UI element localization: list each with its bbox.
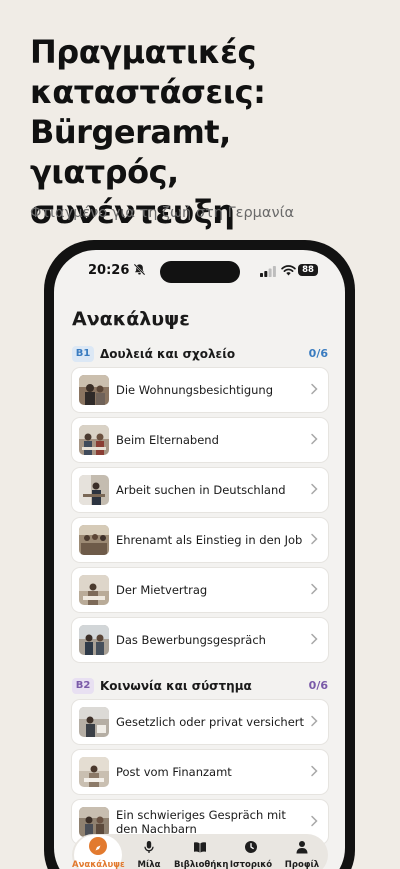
scenario-thumbnail: [79, 575, 109, 605]
battery-indicator: 88: [298, 264, 318, 276]
section-header-b1: B1 Δουλειά και σχολείο 0/6: [72, 346, 328, 364]
scenario-card[interactable]: Der Mietvertrag: [72, 568, 328, 612]
scenario-title: Beim Elternabend: [116, 433, 219, 447]
section-progress-count: 0/6: [308, 347, 328, 360]
app-screen: 20:26 88 Ανακάλυψε B1 Δουλειά και σχολεί…: [54, 250, 345, 869]
chevron-right-icon: [311, 533, 318, 545]
page-title: Ανακάλυψε: [72, 308, 190, 330]
wifi-icon: [281, 265, 296, 276]
scenario-title: Arbeit suchen in Deutschland: [116, 483, 286, 497]
scenario-thumbnail: [79, 625, 109, 655]
scenario-title: Gesetzlich oder privat versichert: [116, 715, 305, 729]
section-header-b2: B2 Κοινωνία και σύστημα 0/6: [72, 678, 328, 696]
section-progress-count: 0/6: [308, 679, 328, 692]
section-title: Δουλειά και σχολείο: [100, 347, 236, 361]
chevron-right-icon: [311, 433, 318, 445]
scenario-card[interactable]: Ehrenamt als Einstieg in den Job: [72, 518, 328, 562]
chevron-right-icon: [311, 715, 318, 727]
tab-label: Μίλα: [137, 860, 161, 869]
headline: Πραγματικές καταστάσεις: Bürgeramt, γιατ…: [30, 33, 266, 231]
tab-history[interactable]: Ιστορικό: [225, 834, 277, 869]
tab-library[interactable]: Βιβλιοθήκη: [174, 834, 229, 869]
tab-profile[interactable]: Προφίλ: [276, 834, 328, 869]
chevron-right-icon: [311, 383, 318, 395]
scenario-thumbnail: [79, 807, 109, 837]
scenario-card[interactable]: Das Bewerbungsgespräch: [72, 618, 328, 662]
phone-frame: 20:26 88 Ανακάλυψε B1 Δουλειά και σχολεί…: [44, 240, 355, 869]
chevron-right-icon: [311, 633, 318, 645]
chevron-right-icon: [311, 765, 318, 777]
signal-icon: [260, 266, 276, 277]
microphone-icon: [144, 841, 154, 853]
scenario-thumbnail: [79, 375, 109, 405]
scenario-card[interactable]: Gesetzlich oder privat versichert: [72, 700, 328, 744]
scenario-thumbnail: [79, 707, 109, 737]
scenario-title: Das Bewerbungsgespräch: [116, 633, 266, 647]
bottom-tab-bar: Ανακάλυψε Μίλα Βιβλιοθήκη Ιστορικό Προφί…: [72, 834, 328, 869]
scenario-card[interactable]: Post vom Finanzamt: [72, 750, 328, 794]
scenario-thumbnail: [79, 757, 109, 787]
scenario-card[interactable]: Beim Elternabend: [72, 418, 328, 462]
scenario-title: Der Mietvertrag: [116, 583, 208, 597]
section-title: Κοινωνία και σύστημα: [100, 679, 252, 693]
chevron-right-icon: [311, 483, 318, 495]
level-badge: B2: [72, 678, 94, 694]
dynamic-island: [160, 261, 240, 283]
scenario-thumbnail: [79, 425, 109, 455]
tab-label: Προφίλ: [284, 860, 320, 869]
scenario-thumbnail: [79, 525, 109, 555]
scenario-title: Post vom Finanzamt: [116, 765, 232, 779]
clock-icon: [245, 841, 257, 853]
tab-label: Βιβλιοθήκη: [174, 860, 229, 869]
tab-label: Ιστορικό: [229, 860, 273, 869]
scenario-card[interactable]: Arbeit suchen in Deutschland: [72, 468, 328, 512]
status-bar: 20:26 88: [54, 250, 345, 292]
subheadline: Φτιαγμένο για τη ζωή στη Γερμανία: [30, 205, 295, 221]
tab-discover[interactable]: Ανακάλυψε: [72, 834, 125, 869]
scenario-title: Die Wohnungsbesichtigung: [116, 383, 274, 397]
chevron-right-icon: [311, 583, 318, 595]
scenario-title: Ehrenamt als Einstieg in den Job: [116, 533, 303, 547]
compass-icon: [95, 845, 101, 851]
book-icon: [194, 842, 206, 853]
status-time: 20:26: [88, 263, 130, 278]
person-icon: [296, 841, 308, 854]
chevron-right-icon: [311, 815, 318, 827]
level-badge: B1: [72, 346, 94, 362]
tab-speak[interactable]: Μίλα: [123, 834, 175, 869]
scenario-thumbnail: [79, 475, 109, 505]
muted-bell-icon: [133, 263, 146, 276]
scenario-card[interactable]: Die Wohnungsbesichtigung: [72, 368, 328, 412]
tab-label: Ανακάλυψε: [72, 860, 125, 869]
